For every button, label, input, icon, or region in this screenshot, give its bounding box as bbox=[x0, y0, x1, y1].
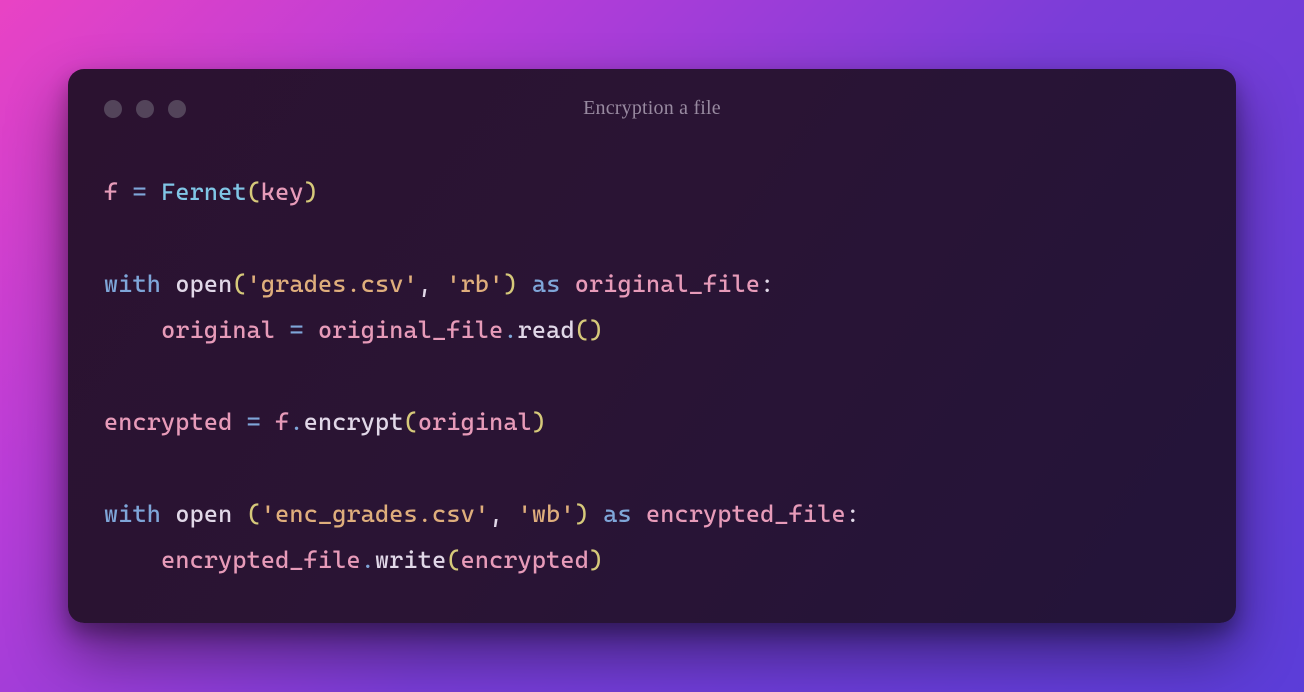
code-token: . bbox=[361, 546, 375, 574]
code-window: Encryption a file f = Fernet(key) with o… bbox=[68, 69, 1236, 624]
code-token: open bbox=[175, 270, 232, 298]
traffic-lights bbox=[104, 100, 186, 118]
code-token: ) bbox=[575, 500, 589, 528]
maximize-icon[interactable] bbox=[168, 100, 186, 118]
minimize-icon[interactable] bbox=[136, 100, 154, 118]
code-token: , bbox=[489, 500, 503, 528]
code-token: 'grades.csv' bbox=[247, 270, 418, 298]
code-token: original bbox=[418, 408, 532, 436]
code-block: f = Fernet(key) with open('grades.csv', … bbox=[68, 129, 1236, 596]
code-token: encrypted_file bbox=[161, 546, 361, 574]
code-token: encrypted bbox=[104, 408, 232, 436]
code-token: f bbox=[104, 178, 118, 206]
code-indent bbox=[104, 316, 161, 344]
code-token: f bbox=[275, 408, 289, 436]
code-token: as bbox=[603, 500, 632, 528]
code-token: = bbox=[247, 408, 261, 436]
close-icon[interactable] bbox=[104, 100, 122, 118]
code-token: : bbox=[846, 500, 860, 528]
code-token: encrypted_file bbox=[646, 500, 846, 528]
window-title: Encryption a file bbox=[68, 97, 1236, 120]
code-token: write bbox=[375, 546, 446, 574]
code-token: ( bbox=[404, 408, 418, 436]
code-token: 'rb' bbox=[446, 270, 503, 298]
code-token: = bbox=[133, 178, 147, 206]
code-token: , bbox=[418, 270, 432, 298]
code-token: ( bbox=[247, 500, 261, 528]
code-token: ) bbox=[503, 270, 517, 298]
code-token: . bbox=[503, 316, 517, 344]
code-token: ) bbox=[589, 316, 603, 344]
code-token: ( bbox=[247, 178, 261, 206]
code-token: 'wb' bbox=[518, 500, 575, 528]
code-token: Fernet bbox=[161, 178, 247, 206]
code-token: = bbox=[289, 316, 303, 344]
code-token: ) bbox=[532, 408, 546, 436]
code-token: open bbox=[175, 500, 246, 528]
code-token: read bbox=[518, 316, 575, 344]
code-token: : bbox=[760, 270, 774, 298]
code-token: ) bbox=[304, 178, 318, 206]
code-token: ( bbox=[232, 270, 246, 298]
code-token: . bbox=[289, 408, 303, 436]
code-token: key bbox=[261, 178, 304, 206]
code-token: with bbox=[104, 500, 161, 528]
code-token: original_file bbox=[575, 270, 760, 298]
code-token: encrypt bbox=[304, 408, 404, 436]
code-token: 'enc_grades.csv' bbox=[261, 500, 489, 528]
code-token: ( bbox=[446, 546, 460, 574]
window-titlebar: Encryption a file bbox=[68, 69, 1236, 129]
code-indent bbox=[104, 546, 161, 574]
code-token: encrypted bbox=[461, 546, 589, 574]
code-token: as bbox=[532, 270, 561, 298]
code-token: original bbox=[161, 316, 275, 344]
code-token: ) bbox=[589, 546, 603, 574]
code-token: original_file bbox=[318, 316, 503, 344]
code-token: ( bbox=[575, 316, 589, 344]
code-token: with bbox=[104, 270, 161, 298]
